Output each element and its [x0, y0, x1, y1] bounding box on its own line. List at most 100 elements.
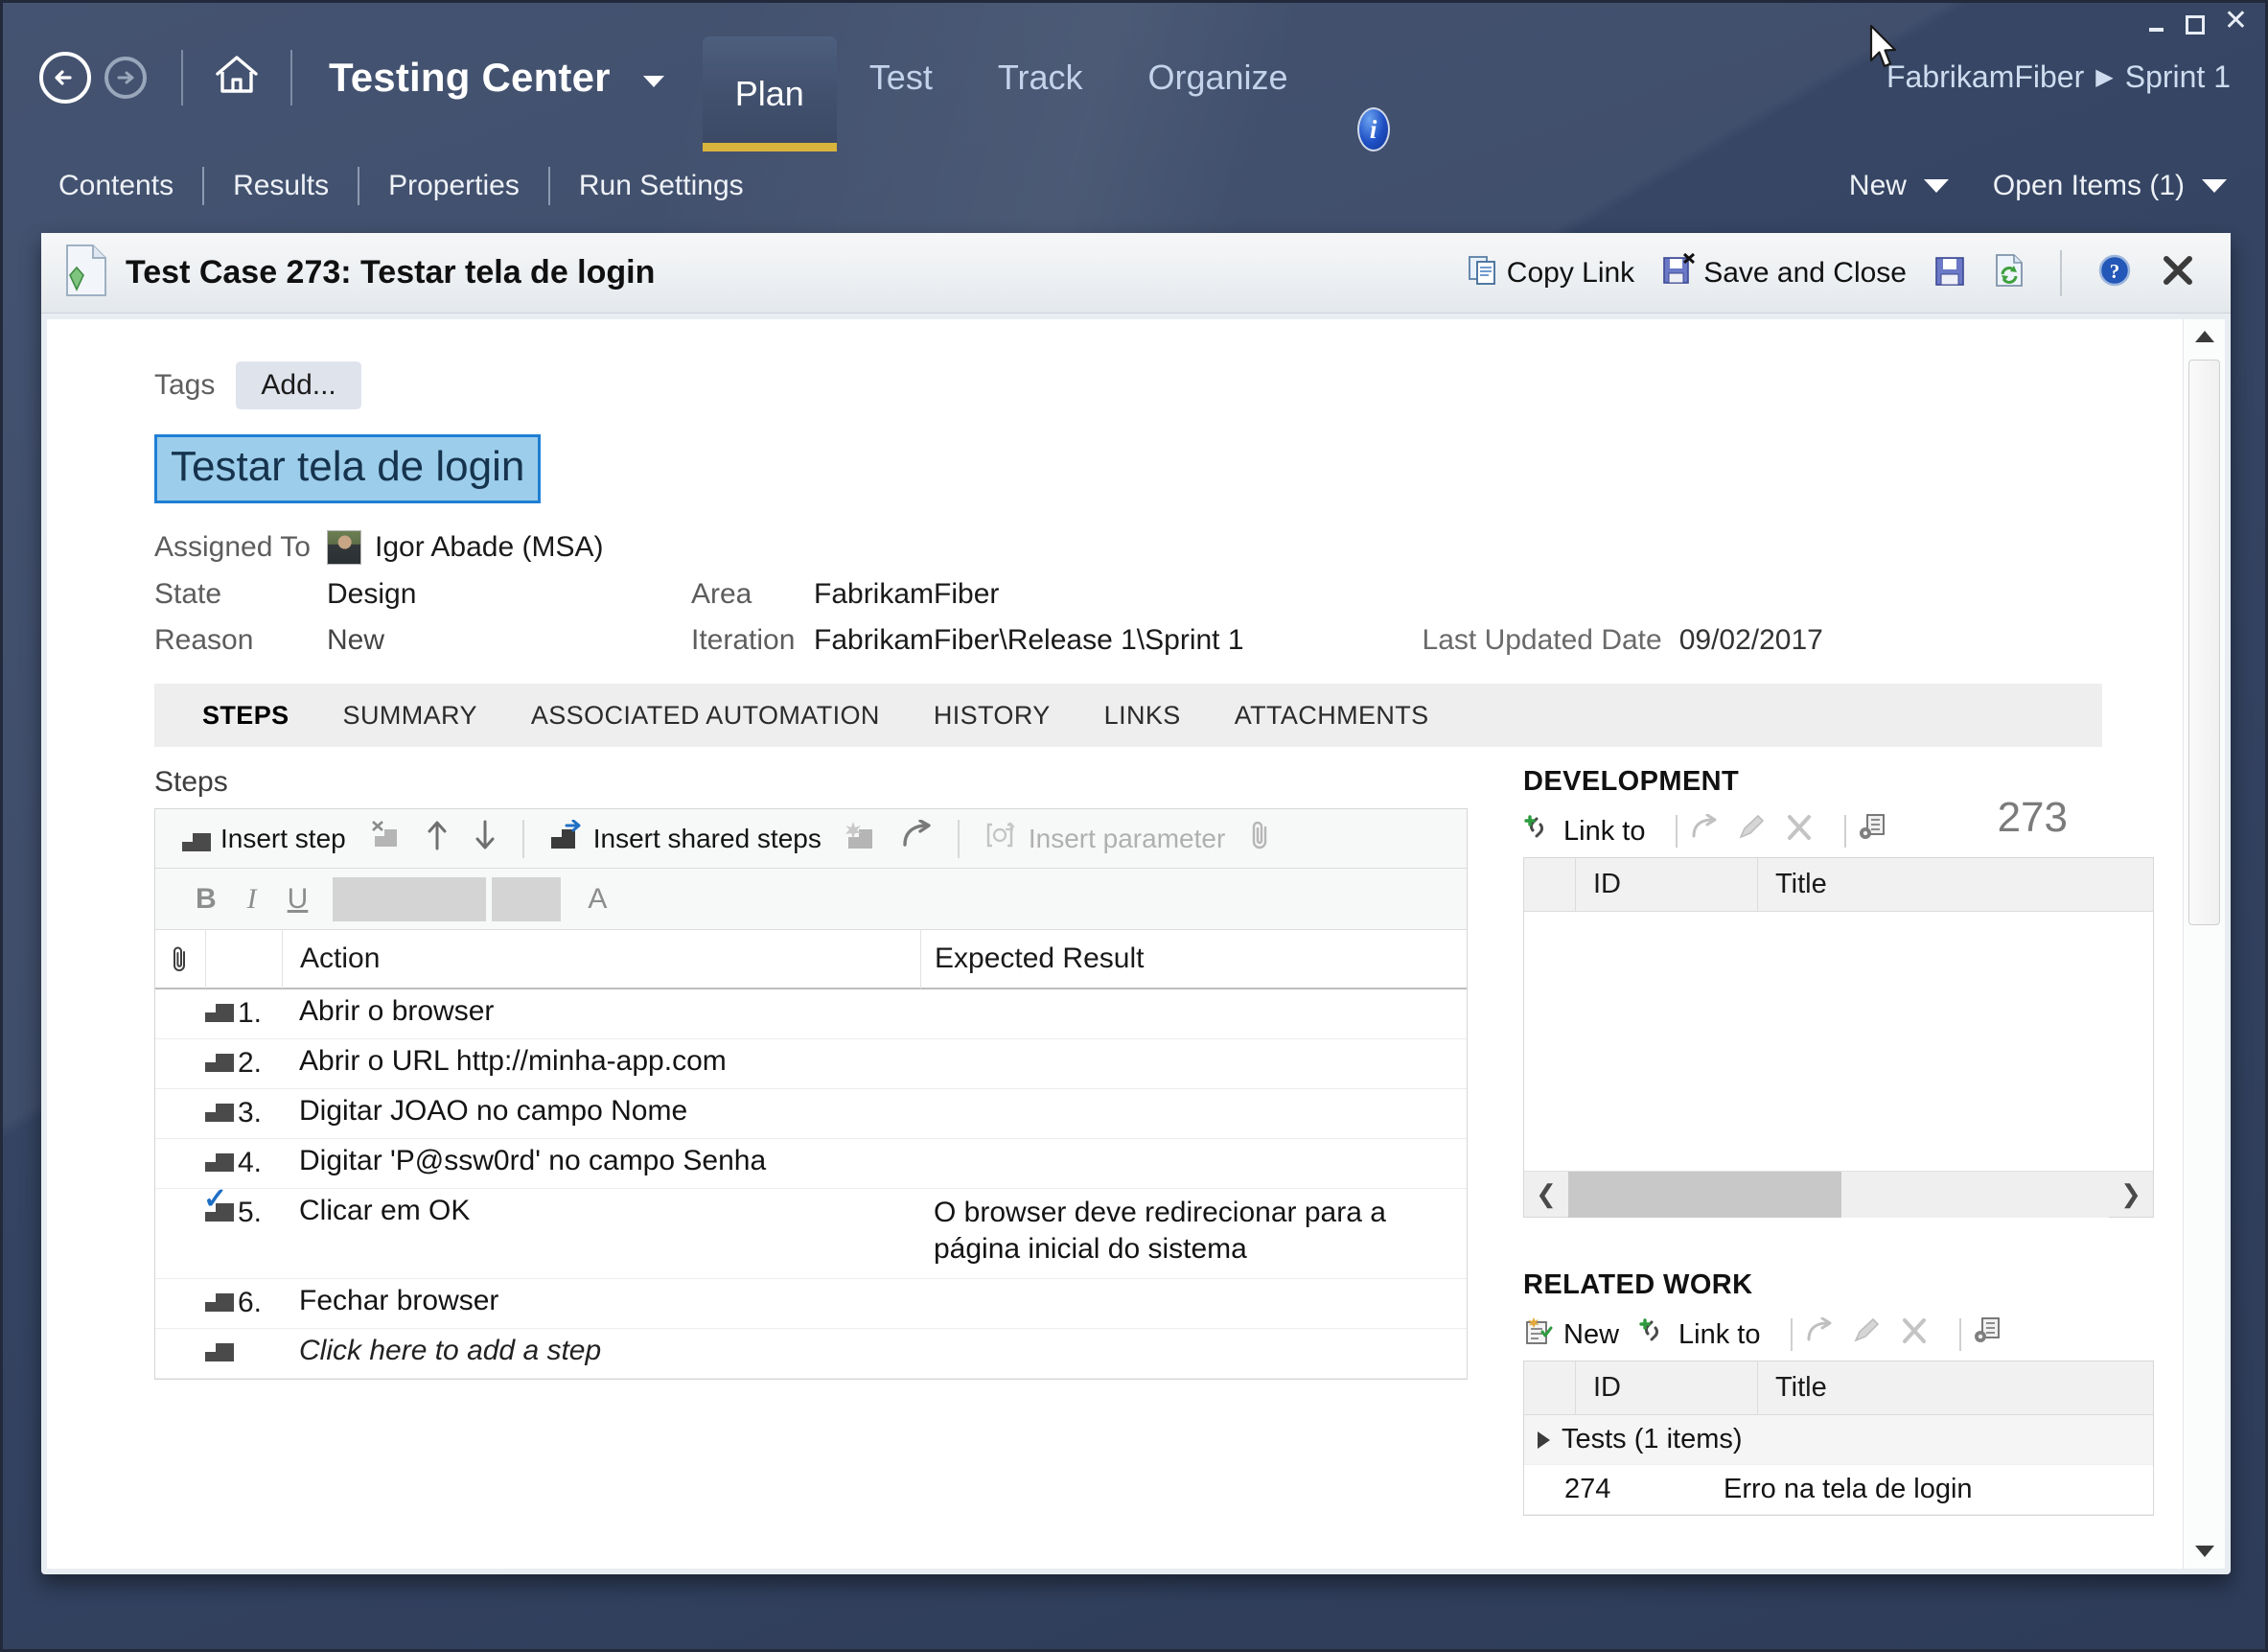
move-step-down-button[interactable]	[461, 819, 509, 858]
scroll-thumb[interactable]	[2188, 360, 2220, 925]
open-items-menu-button[interactable]: Open Items (1)	[1993, 170, 2227, 202]
table-row[interactable]: 2. Abrir o URL http://minha-app.com	[155, 1039, 1467, 1089]
breadcrumb-iteration[interactable]: Sprint 1	[2125, 59, 2231, 95]
development-open-button	[1689, 813, 1737, 849]
close-work-item-button[interactable]	[2146, 252, 2210, 293]
close-icon	[2160, 252, 2196, 293]
tab-links[interactable]: LINKS	[1077, 701, 1208, 731]
area-value[interactable]: FabrikamFiber	[814, 578, 999, 611]
related-work-id-column-header[interactable]: ID	[1576, 1361, 1758, 1415]
move-step-up-button[interactable]	[413, 819, 461, 858]
row-action-cell[interactable]: Digitar 'P@ssw0rd' no campo Senha	[282, 1139, 920, 1188]
row-action-cell[interactable]: Clicar em OK	[282, 1189, 920, 1278]
italic-button[interactable]: I	[232, 883, 272, 916]
create-shared-steps-button[interactable]	[833, 820, 889, 857]
row-expected-cell[interactable]	[920, 1039, 1467, 1088]
table-row[interactable]: ✓ 5. Clicar em OK O browser deve redirec…	[155, 1185, 1467, 1279]
tab-history[interactable]: HISTORY	[907, 701, 1077, 731]
subnav-item-results[interactable]: Results	[204, 170, 358, 202]
row-expected-cell[interactable]	[920, 1089, 1467, 1138]
refresh-button[interactable]	[1979, 253, 2039, 292]
row-expected-cell[interactable]	[920, 1139, 1467, 1188]
scroll-up-icon[interactable]	[2184, 319, 2225, 354]
tab-steps[interactable]: STEPS	[175, 701, 316, 731]
underline-button[interactable]: U	[272, 883, 324, 916]
minimize-icon[interactable]	[2147, 15, 2166, 35]
row-expected-cell[interactable]	[920, 1329, 1467, 1378]
subnav-item-properties[interactable]: Properties	[359, 170, 548, 202]
work-item-vertical-scrollbar[interactable]	[2183, 319, 2225, 1569]
breadcrumb-project[interactable]: FabrikamFiber	[1886, 59, 2084, 95]
nav-tab-test[interactable]: Test	[837, 3, 965, 151]
add-step-row[interactable]: Click here to add a step	[155, 1328, 1467, 1379]
expand-collapse-triangle-icon[interactable]	[1538, 1431, 1550, 1449]
scroll-right-icon[interactable]: ❯	[2109, 1179, 2153, 1209]
insert-shared-steps-button[interactable]: Insert shared steps	[538, 819, 833, 857]
state-value[interactable]: Design	[327, 578, 416, 611]
actions-divider	[2060, 249, 2062, 296]
reason-value[interactable]: New	[327, 624, 384, 657]
save-and-close-button[interactable]: Save and Close	[1648, 252, 1920, 294]
insert-step-button[interactable]: Insert step	[171, 824, 358, 854]
development-column-options-button[interactable]	[1858, 813, 1906, 849]
row-action-cell[interactable]: Abrir o URL http://minha-app.com	[282, 1039, 920, 1088]
home-button[interactable]	[210, 48, 264, 106]
back-button[interactable]	[39, 51, 91, 104]
related-work-link-to-button[interactable]: Link to	[1638, 1316, 1779, 1353]
nav-tab-organize[interactable]: Organize	[1116, 3, 1321, 151]
add-tag-button[interactable]: Add...	[236, 361, 361, 409]
related-work-new-button[interactable]: New	[1523, 1316, 1638, 1353]
related-work-group-row[interactable]: Tests (1 items)	[1524, 1415, 2153, 1465]
subnav-item-run-settings[interactable]: Run Settings	[550, 170, 773, 202]
open-shared-steps-button[interactable]	[889, 819, 944, 857]
delete-step-button[interactable]	[358, 821, 413, 856]
table-row[interactable]: 1. Abrir o browser	[155, 989, 1467, 1039]
forward-button[interactable]	[104, 56, 147, 99]
row-expected-cell[interactable]	[920, 989, 1467, 1038]
table-row[interactable]: 4. Digitar 'P@ssw0rd' no campo Senha	[155, 1139, 1467, 1189]
development-horizontal-scrollbar[interactable]: ❮ ❯	[1524, 1171, 2153, 1218]
tab-summary[interactable]: SUMMARY	[316, 701, 504, 731]
related-work-column-options-button[interactable]	[1973, 1316, 2021, 1353]
new-menu-button[interactable]: New	[1849, 170, 1949, 202]
save-button[interactable]	[1920, 254, 1979, 291]
table-row[interactable]: 6. Fechar browser	[155, 1278, 1467, 1329]
row-action-cell[interactable]: Fechar browser	[282, 1279, 920, 1328]
scroll-down-icon[interactable]	[2184, 1534, 2225, 1569]
table-row[interactable]: 3. Digitar JOAO no campo Nome	[155, 1089, 1467, 1139]
scroll-track[interactable]	[1568, 1171, 2109, 1218]
row-action-cell[interactable]: Abrir o browser	[282, 989, 920, 1038]
nav-tab-plan[interactable]: Plan	[702, 36, 837, 151]
iteration-value[interactable]: FabrikamFiber\Release 1\Sprint 1	[814, 624, 1244, 657]
font-name-select[interactable]	[333, 876, 487, 921]
development-title-column-header[interactable]: Title	[1758, 858, 2153, 912]
row-expected-cell[interactable]	[920, 1279, 1467, 1328]
close-icon[interactable]: ✕	[2224, 7, 2248, 35]
font-color-button[interactable]: A	[572, 883, 622, 916]
title-input[interactable]: Testar tela de login	[154, 434, 542, 503]
development-link-to-button[interactable]: Link to	[1523, 813, 1664, 849]
iteration-label: Iteration	[691, 624, 796, 656]
scroll-thumb[interactable]	[1568, 1171, 1841, 1218]
tab-attachments[interactable]: ATTACHMENTS	[1208, 701, 1456, 731]
maximize-icon[interactable]	[2185, 15, 2205, 35]
scroll-track[interactable]	[2184, 354, 2225, 1534]
nav-tab-track[interactable]: Track	[965, 3, 1116, 151]
help-button[interactable]: ?	[2083, 252, 2146, 293]
bold-button[interactable]: B	[180, 883, 232, 916]
row-action-cell[interactable]: Digitar JOAO no campo Nome	[282, 1089, 920, 1138]
table-row[interactable]: 274 Erro na tela de login	[1524, 1465, 2153, 1515]
row-expected-cell[interactable]: O browser deve redirecionar para a págin…	[920, 1189, 1467, 1278]
copy-link-button[interactable]: Copy Link	[1453, 253, 1648, 293]
assigned-to-value[interactable]: Igor Abade (MSA)	[375, 531, 603, 564]
add-step-placeholder[interactable]: Click here to add a step	[282, 1329, 920, 1378]
tab-associated-automation[interactable]: ASSOCIATED AUTOMATION	[504, 701, 907, 731]
subnav-item-contents[interactable]: Contents	[30, 170, 202, 202]
development-id-column-header[interactable]: ID	[1576, 857, 1758, 912]
related-work-title-column-header[interactable]: Title	[1758, 1361, 2153, 1415]
info-icon[interactable]: i	[1356, 107, 1390, 151]
related-work-row-title[interactable]: Erro na tela de login	[1706, 1474, 2153, 1505]
scroll-left-icon[interactable]: ❮	[1524, 1179, 1568, 1209]
font-size-select[interactable]	[492, 876, 562, 921]
app-title-chevron-down-icon[interactable]	[642, 75, 664, 87]
